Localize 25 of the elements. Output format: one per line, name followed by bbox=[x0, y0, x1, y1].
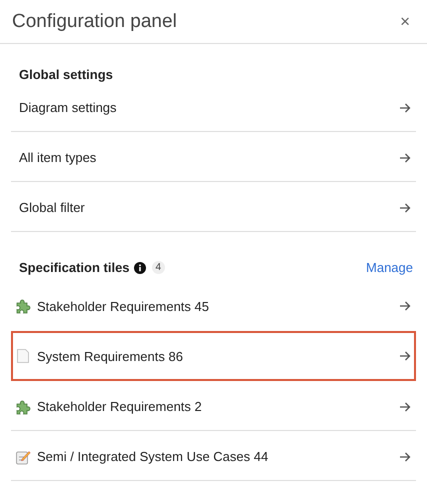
tile-row[interactable]: Stakeholder Requirements 45 bbox=[11, 281, 416, 331]
close-button[interactable]: × bbox=[400, 12, 410, 32]
tile-row[interactable]: System Requirements 86 bbox=[11, 331, 416, 381]
puzzle-icon bbox=[15, 398, 31, 414]
arrow-right-icon bbox=[399, 402, 411, 412]
arrow-right-icon bbox=[399, 351, 411, 361]
tile-row[interactable]: Stakeholder Requirements 2 bbox=[11, 381, 416, 431]
settings-row[interactable]: All item types bbox=[11, 132, 416, 182]
arrow-right-icon bbox=[399, 202, 411, 212]
section-heading: Specification tiles bbox=[19, 260, 130, 275]
section-heading: Global settings bbox=[19, 67, 113, 82]
tile-row[interactable]: Semi / Integrated System Use Cases 44 bbox=[11, 431, 416, 481]
arrow-right-icon bbox=[399, 102, 411, 112]
arrow-right-icon bbox=[399, 301, 411, 311]
panel-title: Configuration panel bbox=[12, 10, 177, 32]
info-icon[interactable] bbox=[134, 262, 146, 274]
puzzle-icon bbox=[15, 298, 31, 314]
count-badge: 4 bbox=[152, 261, 166, 274]
arrow-right-icon bbox=[399, 452, 411, 462]
arrow-right-icon bbox=[399, 152, 411, 162]
manage-link[interactable]: Manage bbox=[366, 260, 413, 275]
form-pencil-icon bbox=[15, 448, 31, 464]
settings-row[interactable]: Global filter bbox=[11, 182, 416, 232]
settings-row[interactable]: Diagram settings bbox=[11, 82, 416, 132]
document-icon bbox=[15, 348, 31, 364]
